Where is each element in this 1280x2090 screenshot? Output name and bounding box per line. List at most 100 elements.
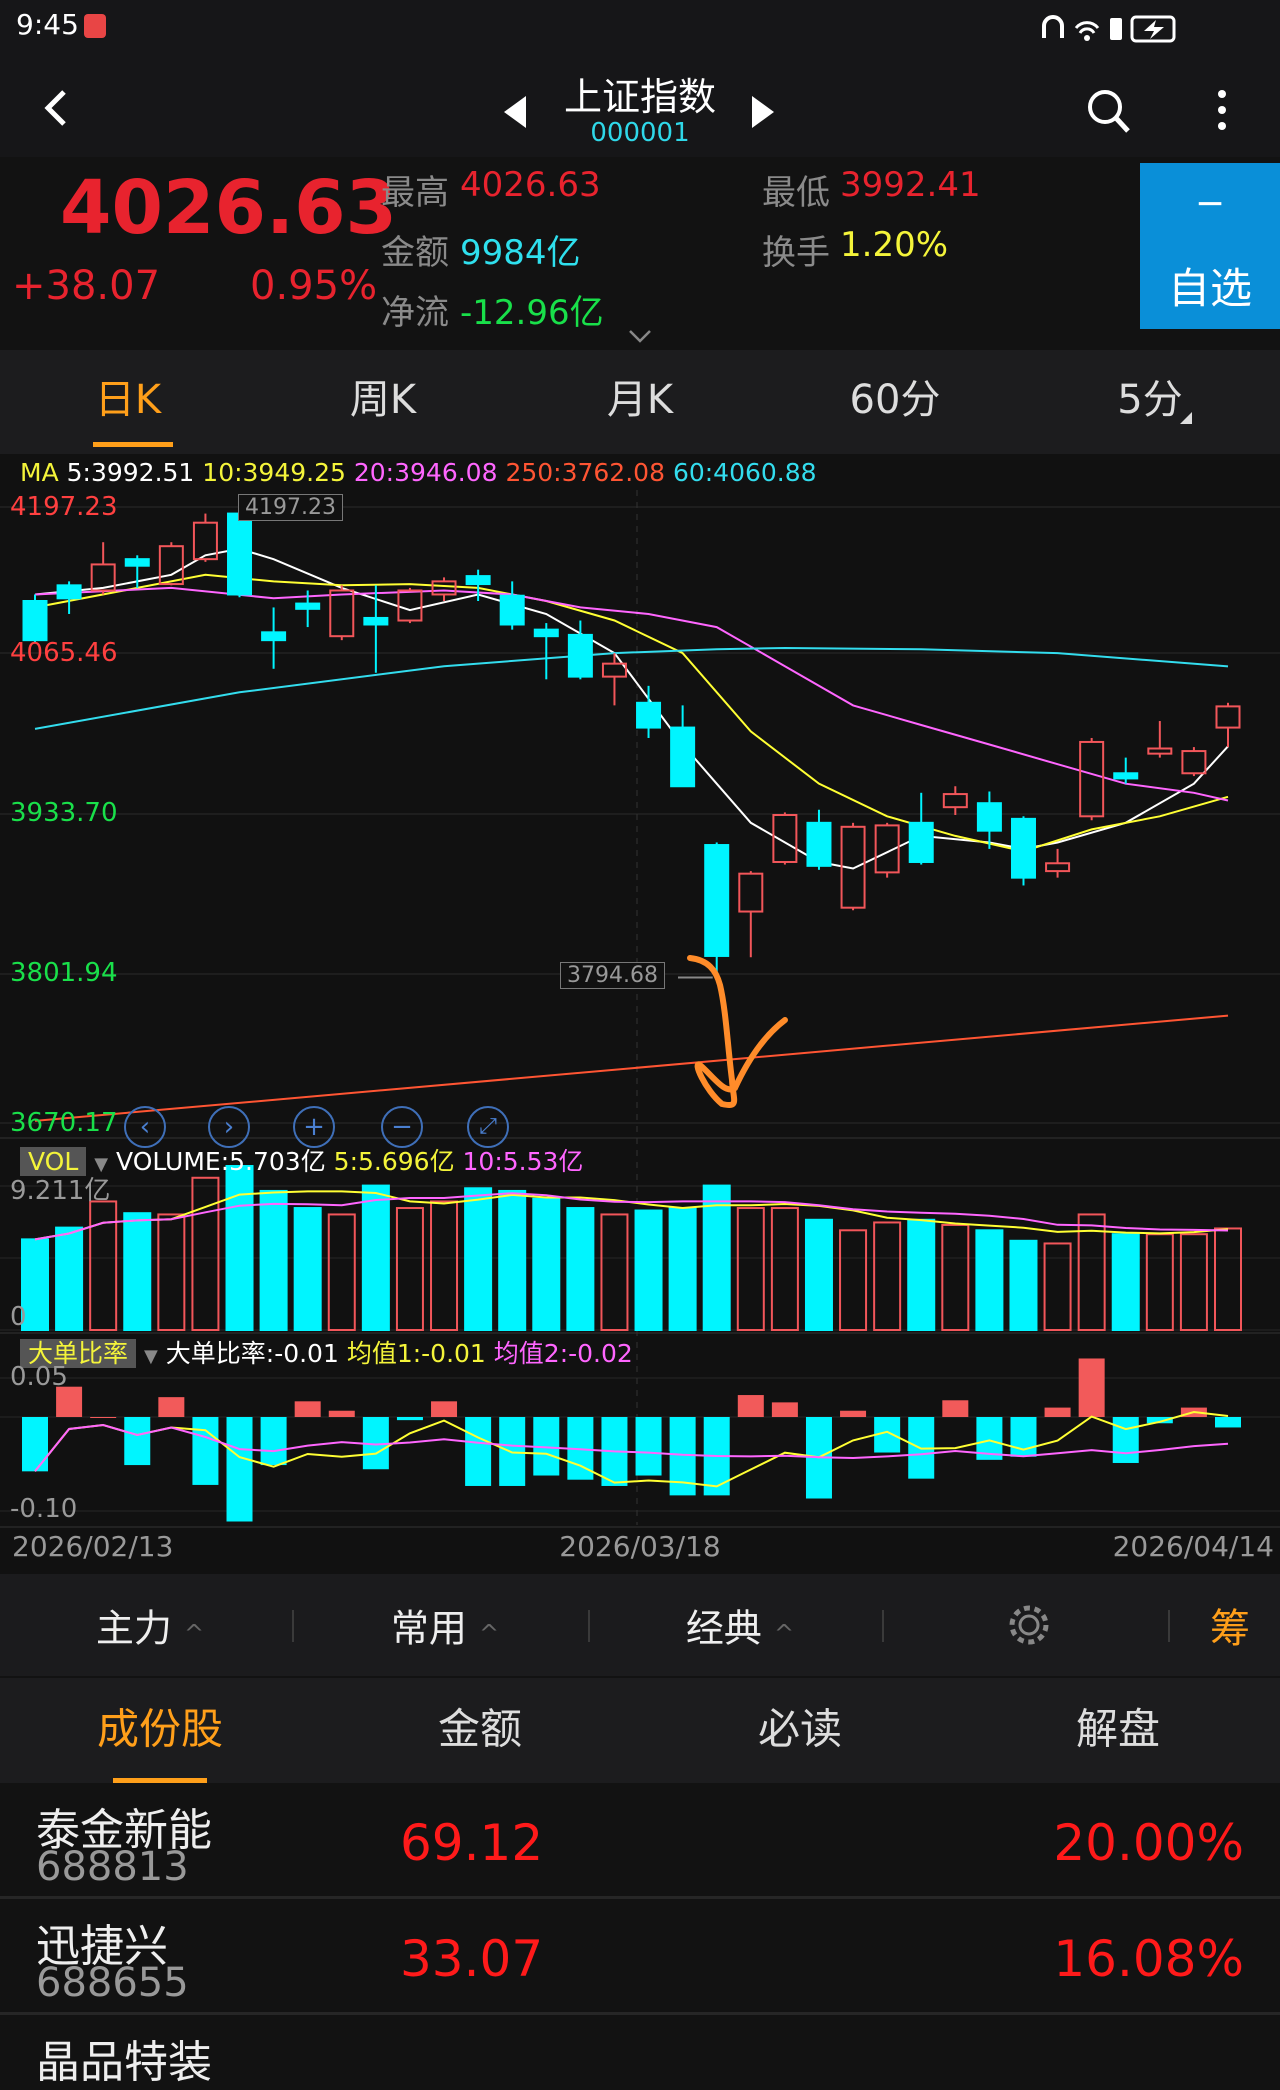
ma-prefix: MA	[20, 458, 59, 487]
nav-bar: 上证指数 000001	[0, 52, 1280, 157]
tab-analysis[interactable]: 解盘	[1076, 1696, 1160, 1757]
stock-name: 晶品特装	[36, 2037, 212, 2088]
app-notification-icon	[84, 14, 106, 38]
page-title: 上证指数	[563, 75, 717, 119]
toolbar-label: 经典	[685, 1606, 762, 1651]
toolbar-label: 主力	[95, 1606, 172, 1651]
watchlist-button[interactable]: − 自选	[1140, 163, 1280, 329]
volume-value: VOLUME:5.703亿	[116, 1147, 326, 1176]
index-code: 000001	[590, 118, 690, 148]
divider	[882, 1610, 884, 1642]
ratio-axis-min: -0.10	[10, 1494, 78, 1524]
low-marker-label: 3794.68	[560, 962, 665, 989]
chevron-up-icon: ^	[479, 1619, 500, 1648]
kline-chart-area[interactable]	[0, 454, 1280, 1574]
ma10-value: 10:3949.25	[202, 458, 346, 487]
tab-monthly-k[interactable]: 月K	[607, 367, 673, 425]
active-tab-indicator	[93, 442, 173, 447]
watchlist-minus-icon: −	[1194, 183, 1226, 224]
chip-distribution-button[interactable]: 筹	[1210, 1596, 1250, 1654]
stock-row[interactable]: 晶品特装	[0, 2018, 1280, 2088]
divider	[588, 1610, 590, 1642]
stock-change-pct: 20.00%	[1053, 1814, 1244, 1872]
tab-must-read[interactable]: 必读	[758, 1696, 842, 1757]
divider	[1168, 1610, 1170, 1642]
amount-label: 金额	[381, 233, 449, 273]
tab-weekly-k[interactable]: 周K	[350, 367, 416, 425]
status-time: 9:45	[16, 8, 79, 41]
ma60-value: 60:4060.88	[672, 458, 817, 487]
date-label-mid: 2026/03/18	[559, 1530, 721, 1563]
previous-index-icon[interactable]	[500, 94, 530, 130]
stock-row[interactable]: 迅捷兴 688655 33.07 16.08%	[0, 1902, 1280, 2015]
status-bar: 9:45	[0, 0, 1280, 52]
volume-ma10: 10:5.53亿	[462, 1147, 584, 1176]
toolbar-classic[interactable]: 经典 ^	[686, 1598, 794, 1653]
volume-axis-max: 9.211亿	[10, 1176, 111, 1206]
toolbar-label: 常用	[390, 1606, 467, 1651]
ma250-value: 250:3762.08	[505, 458, 665, 487]
tab-constituents[interactable]: 成份股	[97, 1696, 223, 1757]
price-change: +38.07	[12, 263, 161, 309]
ratio-avg1: 均值1:-0.01	[346, 1339, 486, 1368]
ratio-legend: 大单比率 ▼ 大单比率:-0.01 均值1:-0.01 均值2:-0.02	[20, 1334, 633, 1370]
search-icon[interactable]	[1086, 88, 1132, 134]
active-tab-indicator	[113, 1778, 207, 1783]
high-label: 最高	[381, 173, 449, 213]
stock-change-pct: 16.08%	[1053, 1930, 1244, 1988]
turnover-label: 换手	[762, 233, 830, 273]
divider	[292, 1610, 294, 1642]
next-index-icon[interactable]	[748, 94, 778, 130]
high-value: 4026.63	[460, 165, 601, 205]
volume-ma5: 5:5.696亿	[333, 1147, 455, 1176]
watchlist-label: 自选	[1167, 264, 1253, 313]
tab-60min[interactable]: 60分	[850, 367, 941, 425]
dropdown-icon[interactable]: ▼	[144, 1346, 158, 1367]
back-icon[interactable]	[40, 88, 70, 128]
ma5-value: 5:3992.51	[66, 458, 195, 487]
ratio-value: 大单比率:-0.01	[165, 1339, 339, 1368]
chevron-up-icon: ^	[774, 1619, 795, 1648]
ma-legend: MA 5:3992.51 10:3949.25 20:3946.08 250:3…	[20, 458, 817, 487]
indicator-toolbar: 主力 ^ 常用 ^ 经典 ^ 筹	[0, 1574, 1280, 1676]
period-tabs: 日K 周K 月K 60分 5分	[0, 350, 1280, 454]
expand-chevron-icon[interactable]	[628, 329, 652, 345]
netflow-label: 净流	[381, 293, 449, 333]
tab-amount[interactable]: 金额	[438, 1696, 522, 1757]
tab-daily-k[interactable]: 日K	[95, 367, 161, 425]
constituent-tabs: 成份股 金额 必读 解盘	[0, 1678, 1280, 1783]
alert-icon	[1110, 18, 1122, 40]
ratio-axis-max: 0.05	[10, 1362, 68, 1392]
quote-panel: 4026.63 +38.07 0.95% 最高 4026.63 最低 3992.…	[0, 157, 1280, 350]
price-axis-label: 3801.94	[10, 958, 118, 988]
last-price: 4026.63	[60, 165, 398, 251]
ma20-value: 20:3946.08	[353, 458, 498, 487]
price-axis-label: 3933.70	[10, 798, 118, 828]
ratio-avg2: 均值2:-0.02	[493, 1339, 633, 1368]
price-change-pct: 0.95%	[250, 263, 378, 309]
tab-5min[interactable]: 5分	[1117, 367, 1182, 425]
high-marker-label: 4197.23	[238, 494, 343, 521]
low-label: 最低	[762, 173, 830, 213]
headphones-icon	[1042, 15, 1064, 38]
more-menu-icon[interactable]	[1212, 88, 1232, 134]
settings-gear-icon[interactable]	[1006, 1602, 1052, 1648]
volume-axis-zero: 0	[10, 1302, 27, 1332]
price-axis-label: 4065.46	[10, 638, 118, 668]
toolbar-common[interactable]: 常用 ^	[391, 1598, 499, 1653]
amount-value: 9984亿	[460, 233, 581, 273]
low-value: 3992.41	[840, 165, 981, 205]
stock-code: 688813	[36, 1844, 189, 1890]
price-axis-label: 3670.17	[10, 1108, 118, 1138]
chevron-up-icon: ^	[184, 1619, 205, 1648]
turnover-value: 1.20%	[840, 225, 949, 265]
netflow-value: -12.96亿	[460, 293, 604, 333]
system-status-icons	[1042, 15, 1176, 43]
stock-value: 33.07	[400, 1930, 544, 1988]
stock-row[interactable]: 泰金新能 688813 69.12 20.00%	[0, 1786, 1280, 1899]
date-label-start: 2026/02/13	[12, 1530, 174, 1563]
date-label-end: 2026/04/14	[1112, 1530, 1274, 1563]
toolbar-main-force[interactable]: 主力 ^	[96, 1598, 204, 1653]
wifi-icon	[1074, 21, 1100, 34]
stock-code: 688655	[36, 1960, 189, 2006]
